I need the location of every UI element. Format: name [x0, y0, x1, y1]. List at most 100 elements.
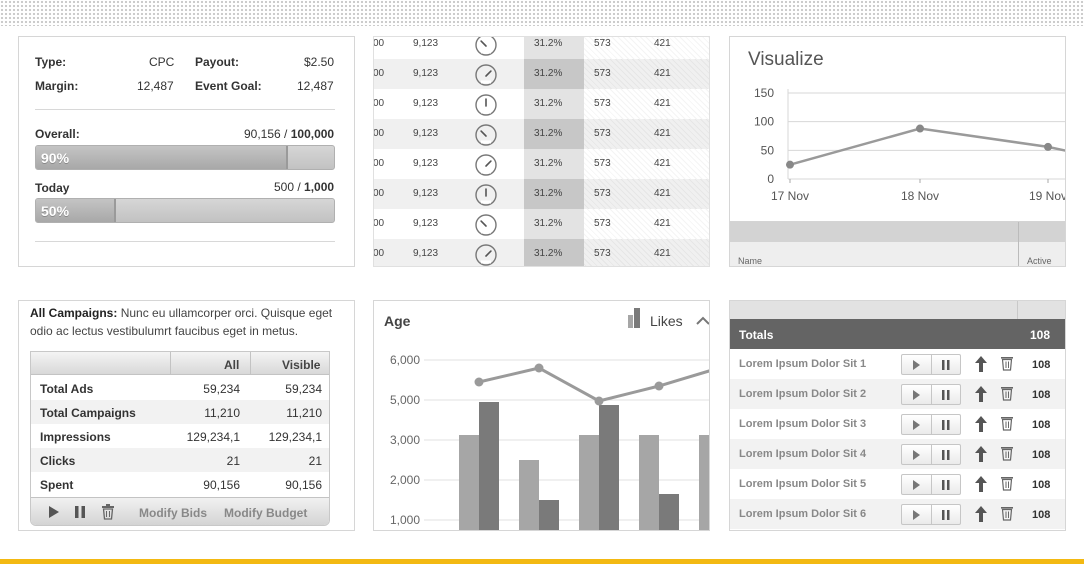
list-item[interactable]: Lorem Ipsum Dolor Sit 2 108 [730, 379, 1065, 409]
turn-up-arrow-icon[interactable] [973, 415, 989, 433]
play-icon[interactable] [913, 510, 921, 520]
y-tick-label: 6,000 [390, 353, 420, 367]
turn-up-arrow-icon[interactable] [973, 385, 989, 403]
control-divider [931, 505, 932, 524]
bar-dark[interactable] [659, 494, 679, 531]
pause-icon[interactable] [942, 450, 950, 460]
table-row[interactable]: 00 9,123 31.2% 573 421 [374, 209, 709, 239]
trash-icon[interactable] [1000, 355, 1014, 371]
table-row[interactable]: 00 9,123 31.2% 573 421 [374, 149, 709, 179]
cell-visible: 21 [308, 454, 322, 468]
active-column-header[interactable]: Active [1027, 256, 1052, 266]
play-icon[interactable] [913, 360, 921, 370]
table-row[interactable]: 00 9,123 31.2% 573 421 [374, 37, 709, 59]
trash-icon[interactable] [1000, 475, 1014, 491]
bar-dark[interactable] [599, 405, 619, 531]
play-icon[interactable] [913, 390, 921, 400]
bar-light[interactable] [519, 460, 539, 531]
grid-header: Name Active [730, 221, 1065, 266]
trash-icon[interactable] [1000, 415, 1014, 431]
bar-light[interactable] [459, 435, 479, 531]
cell-value: 421 [654, 68, 671, 79]
cell-id: 00 [373, 68, 385, 79]
table-row[interactable]: 00 9,123 31.2% 573 421 [374, 119, 709, 149]
percent-cell: 31.2% [524, 59, 584, 89]
percent-cell: 31.2% [524, 37, 584, 59]
pause-icon[interactable] [942, 390, 950, 400]
table-row: Total Campaigns 11,210 11,210 [31, 400, 329, 424]
turn-up-arrow-icon[interactable] [973, 445, 989, 463]
bar-light[interactable] [639, 435, 659, 531]
trash-icon[interactable] [1000, 445, 1014, 461]
list-item[interactable]: Lorem Ipsum Dolor Sit 3 108 [730, 409, 1065, 439]
pause-icon[interactable] [942, 420, 950, 430]
column-header-visible[interactable]: Visible [282, 358, 320, 372]
table-row: Impressions 129,234,1 129,234,1 [31, 424, 329, 448]
cell-value: 421 [654, 218, 671, 229]
control-divider [931, 445, 932, 464]
turn-up-arrow-icon[interactable] [973, 505, 989, 523]
chevron-up-icon[interactable] [696, 316, 710, 326]
item-value: 108 [1032, 419, 1051, 431]
turn-up-arrow-icon[interactable] [973, 475, 989, 493]
bar-light[interactable] [579, 435, 599, 531]
play-icon[interactable] [48, 505, 60, 519]
y-tick-label: 100 [754, 115, 774, 129]
percent-cell: 31.2% [524, 239, 584, 266]
payout-label: Payout: [195, 55, 240, 69]
cell-all: 11,210 [204, 406, 240, 420]
cell-value: 421 [654, 248, 671, 259]
cell-value: 421 [654, 158, 671, 169]
item-value: 108 [1032, 449, 1051, 461]
cell-value: 573 [594, 38, 611, 49]
trash-icon[interactable] [101, 504, 115, 520]
visualize-line-chart: 0 50 100 150 17 Nov 18 Nov 19 Nov [754, 86, 1065, 203]
cell-value: 573 [594, 188, 611, 199]
table-row[interactable]: 00 9,123 31.2% 573 421 [374, 89, 709, 119]
table-row[interactable]: 00 9,123 31.2% 573 421 [374, 239, 709, 266]
bar-light[interactable] [699, 435, 710, 531]
pause-icon[interactable] [942, 510, 950, 520]
list-item[interactable]: Lorem Ipsum Dolor Sit 6 108 [730, 499, 1065, 529]
trend-point[interactable] [534, 363, 544, 373]
modify-budget-link[interactable]: Modify Budget [224, 506, 307, 520]
name-column-header[interactable]: Name [738, 256, 762, 266]
table-row[interactable]: 00 9,123 31.2% 573 421 [373, 59, 709, 89]
trend-point[interactable] [654, 381, 664, 391]
list-item[interactable]: Lorem Ipsum Dolor Sit 4 108 [730, 439, 1065, 469]
modify-bids-link[interactable]: Modify Bids [139, 506, 207, 520]
gauge-right-icon [475, 154, 497, 176]
table-row[interactable]: 00 9,123 31.2% 573 421 [374, 179, 709, 209]
column-divider [1018, 222, 1019, 266]
play-icon[interactable] [913, 480, 921, 490]
trash-icon[interactable] [1000, 385, 1014, 401]
trash-icon[interactable] [1000, 505, 1014, 521]
today-progress-bar: 50% [35, 198, 335, 223]
play-pause-control [901, 354, 961, 375]
play-icon[interactable] [913, 450, 921, 460]
grid-header-cell [730, 222, 1018, 242]
cell-count: 9,123 [413, 38, 439, 49]
pause-icon[interactable] [74, 505, 86, 519]
column-header-all[interactable]: All [224, 358, 239, 372]
list-item[interactable]: Lorem Ipsum Dolor Sit 1 108 [730, 349, 1065, 379]
pause-icon[interactable] [942, 480, 950, 490]
totals-header-strip [730, 301, 1065, 319]
turn-up-arrow-icon[interactable] [973, 355, 989, 373]
data-point[interactable] [786, 160, 794, 169]
bar-dark[interactable] [539, 500, 559, 531]
type-label: Type: [35, 55, 67, 69]
control-divider [931, 355, 932, 374]
cell-count: 9,123 [413, 98, 439, 109]
type-value: CPC [149, 55, 175, 69]
trend-point[interactable] [474, 377, 484, 387]
list-item[interactable]: Lorem Ipsum Dolor Sit 5 108 [730, 469, 1065, 499]
data-point[interactable] [916, 124, 924, 133]
pause-icon[interactable] [942, 360, 950, 370]
play-icon[interactable] [913, 420, 921, 430]
bar-dark[interactable] [479, 402, 499, 531]
data-point[interactable] [1044, 142, 1052, 151]
trend-point[interactable] [594, 396, 604, 406]
y-tick-label: 1,000 [390, 513, 420, 527]
cell-value: 421 [654, 188, 671, 199]
